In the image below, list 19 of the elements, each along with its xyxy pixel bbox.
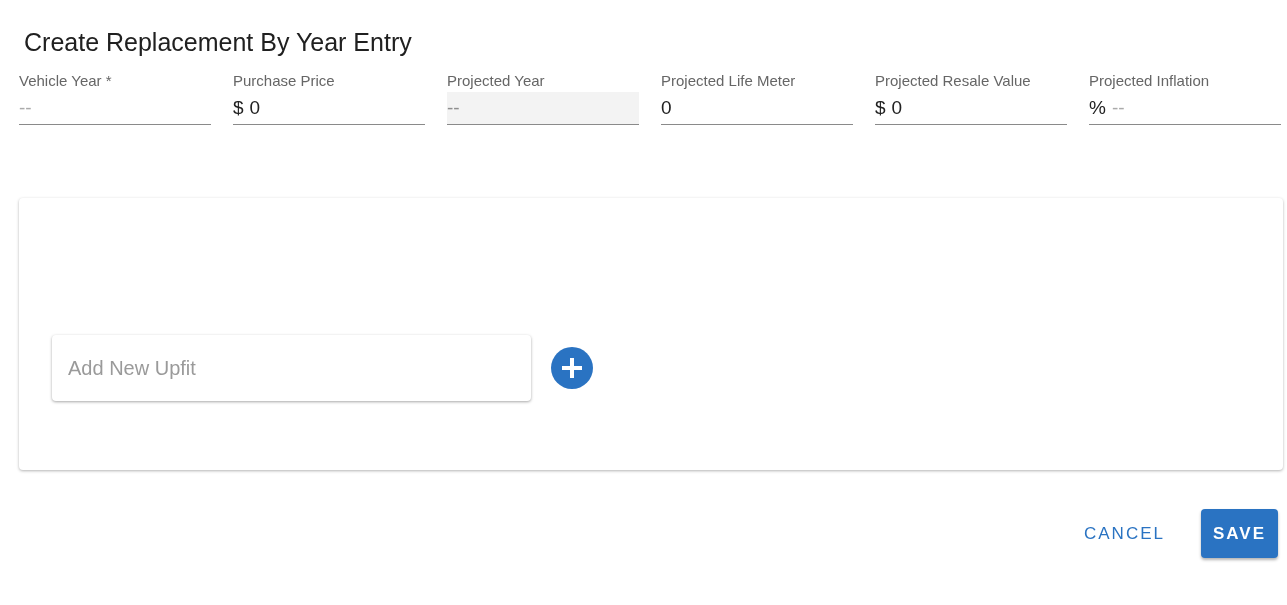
prefix-symbol: $ <box>233 97 244 119</box>
field-label: Projected Inflation <box>1089 71 1211 91</box>
save-button[interactable]: SAVE <box>1200 509 1278 558</box>
input-field[interactable]: -- <box>19 92 211 124</box>
add-icon[interactable] <box>551 347 593 389</box>
input-field[interactable]: 0 <box>249 92 425 124</box>
input-field[interactable]: 0 <box>661 92 853 124</box>
field-label: Purchase Price <box>233 71 336 91</box>
field-label: Projected Year <box>447 71 546 91</box>
field-label: Projected Resale Value <box>875 71 1032 91</box>
field-label: Vehicle Year * <box>19 71 113 91</box>
input-field[interactable]: -- <box>1111 92 1281 124</box>
upfit-field[interactable]: Add New Upfit <box>52 335 531 401</box>
prefix-symbol: $ <box>875 97 886 119</box>
field-label: Projected Life Meter <box>661 71 797 91</box>
input-field[interactable]: 0 <box>891 92 1067 124</box>
cancel-button[interactable]: CANCEL <box>1072 509 1177 558</box>
page-title: Create Replacement By Year Entry <box>23 27 413 58</box>
prefix-symbol: % <box>1089 97 1106 119</box>
